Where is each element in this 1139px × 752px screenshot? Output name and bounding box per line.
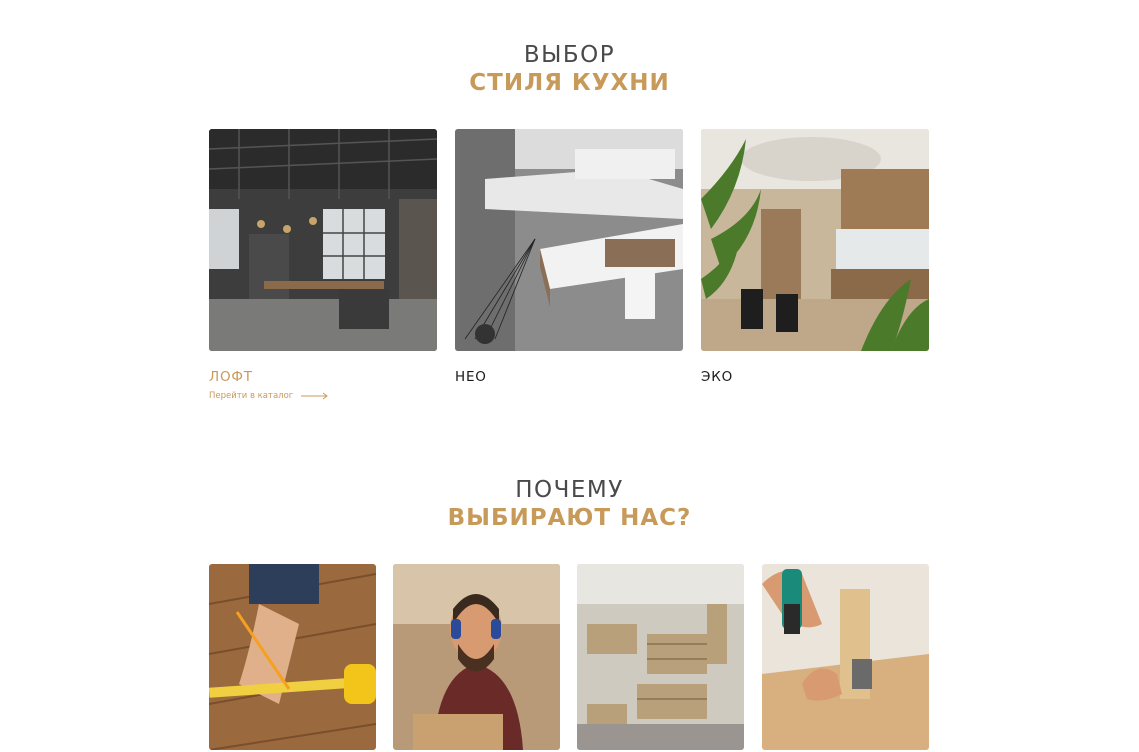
why-title-line1: ПОЧЕМУ <box>515 477 624 503</box>
drilling-wood-image <box>762 564 929 750</box>
neo-kitchen-image[interactable] <box>455 129 683 351</box>
styles-title-line2: СТИЛЯ КУХНИ <box>469 70 670 96</box>
eco-kitchen-image[interactable] <box>701 129 929 351</box>
styles-title-line1: ВЫБОР <box>523 42 616 68</box>
workshop-pallets-image <box>577 564 744 750</box>
style-card-label-eco[interactable]: ЭКО <box>701 369 733 385</box>
style-card-label-loft[interactable]: ЛОФТ <box>209 369 253 385</box>
styles-section-heading: ВЫБОР СТИЛЯ КУХНИ <box>0 42 1139 98</box>
style-card-loft[interactable]: ЛОФТ Перейти в каталог <box>209 129 437 401</box>
catalog-link-label[interactable]: Перейти в каталог <box>209 391 293 401</box>
style-card-neo[interactable]: НЕО <box>455 129 683 385</box>
loft-kitchen-image[interactable] <box>209 129 437 351</box>
catalog-link[interactable]: Перейти в каталог <box>209 391 329 401</box>
why-section-heading: ПОЧЕМУ ВЫБИРАЮТ НАС? <box>0 477 1139 533</box>
style-card-eco[interactable]: ЭКО <box>701 129 929 385</box>
arrow-right-icon <box>301 392 329 400</box>
carpenter-working-image <box>393 564 560 750</box>
why-title-line2: ВЫБИРАЮТ НАС? <box>447 505 692 531</box>
style-card-label-neo[interactable]: НЕО <box>455 369 487 385</box>
measuring-wood-image <box>209 564 376 750</box>
